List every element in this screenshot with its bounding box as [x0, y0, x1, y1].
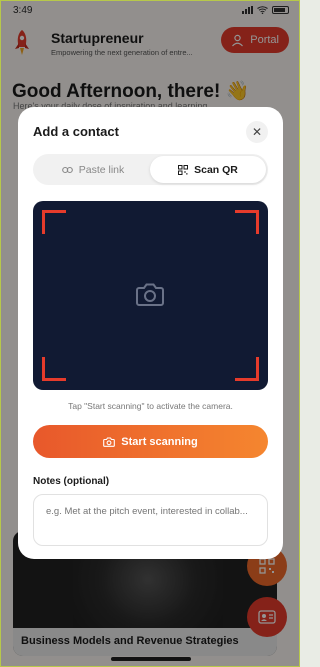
tab-scan-qr[interactable]: Scan QR: [150, 156, 266, 183]
tab-paste-link-label: Paste link: [78, 163, 125, 176]
qr-icon: [178, 164, 189, 175]
app-screen: 3:49 Startupreneur Empowering the next g…: [0, 0, 300, 667]
start-scanning-button[interactable]: Start scanning: [33, 425, 268, 458]
camera-preview: [33, 201, 268, 390]
camera-hint: Tap "Start scanning" to activate the cam…: [68, 401, 233, 411]
start-scanning-label: Start scanning: [121, 435, 198, 448]
camera-icon: [103, 436, 116, 447]
scan-frame-corner: [235, 357, 259, 381]
tab-paste-link[interactable]: Paste link: [35, 156, 151, 183]
scan-frame-corner: [235, 210, 259, 234]
scan-frame-corner: [42, 357, 66, 381]
close-icon: ✕: [251, 125, 263, 139]
modal-title: Add a contact: [33, 124, 119, 139]
mode-tabs: Paste link Scan QR: [33, 154, 268, 185]
camera-icon: [136, 283, 164, 306]
link-icon: [61, 166, 73, 173]
notes-label: Notes (optional): [33, 476, 110, 487]
close-button[interactable]: ✕: [246, 121, 268, 143]
scan-frame-corner: [42, 210, 66, 234]
add-contact-modal: Add a contact ✕ Paste link Scan QR Tap "…: [18, 107, 283, 559]
tab-scan-qr-label: Scan QR: [194, 163, 238, 176]
notes-input[interactable]: [33, 494, 268, 546]
